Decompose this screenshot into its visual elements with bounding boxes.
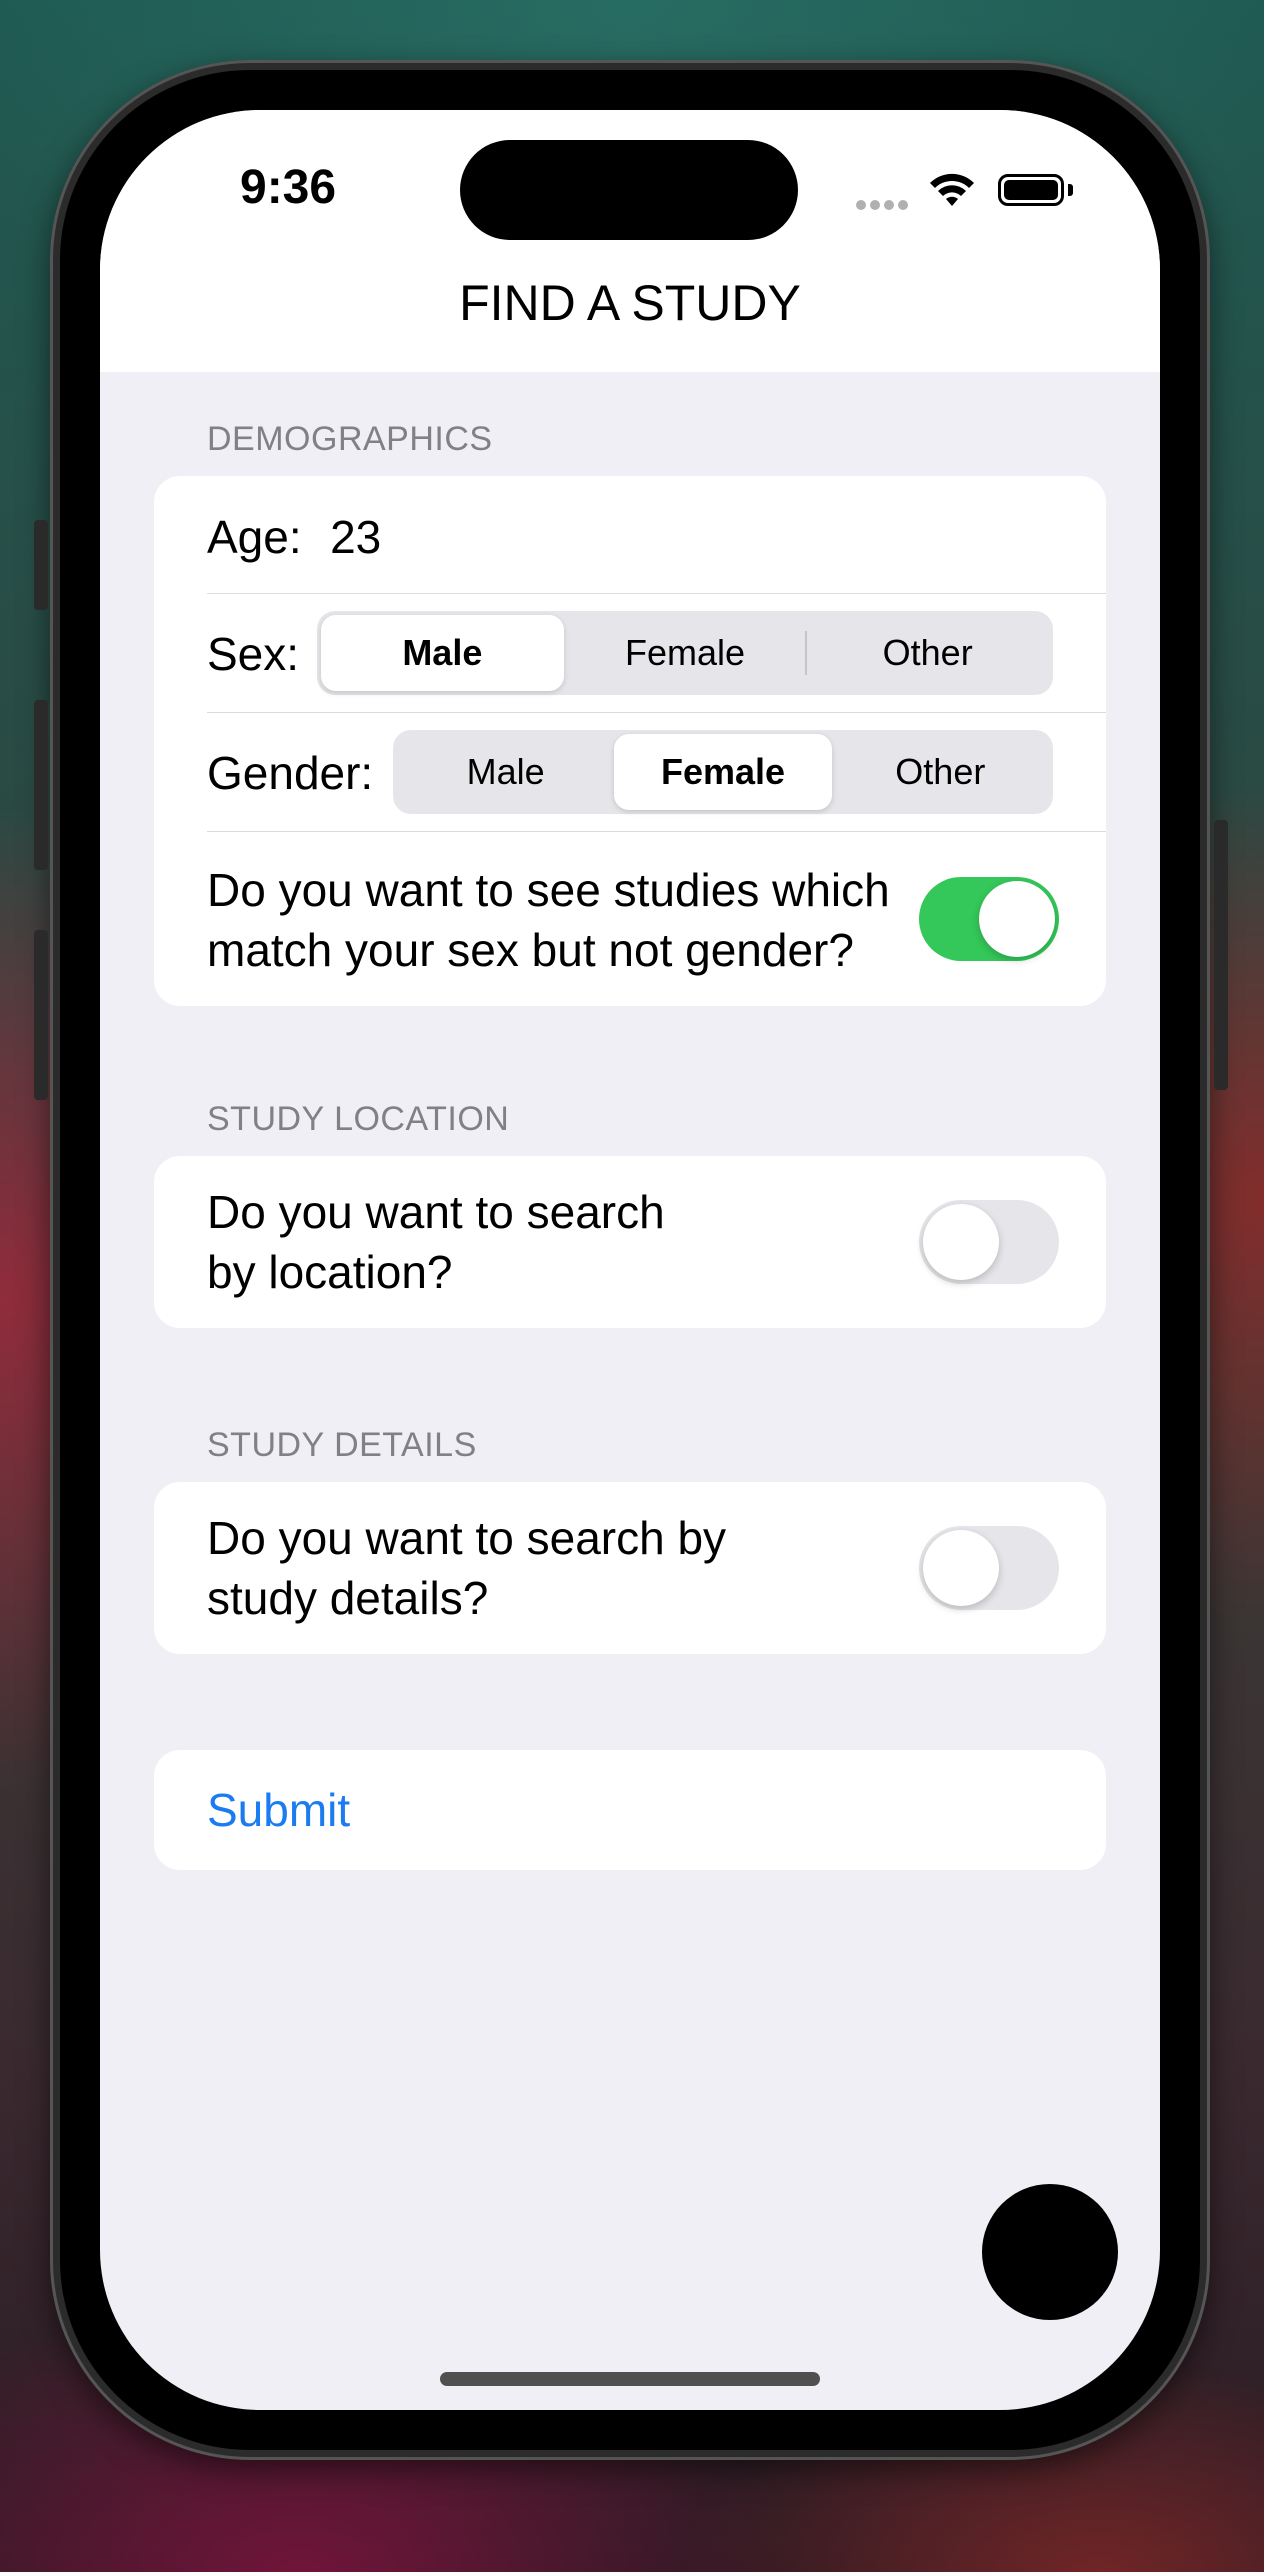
location-question-line2: by location? [207,1246,453,1298]
sex-gender-mismatch-row: Do you want to see studies which match y… [207,832,1106,1006]
details-question-line2: study details? [207,1572,489,1624]
status-bar: 9:36 [100,110,1160,240]
sex-label: Sex: [207,628,300,680]
gender-segmented-control[interactable]: Male Female Other [393,730,1053,814]
volume-up-button [34,700,48,870]
toggle-knob [923,1530,999,1606]
location-card: Do you want to search by location? [154,1156,1106,1328]
segment-separator [805,631,807,675]
dynamic-island [460,140,798,240]
mismatch-question: Do you want to see studies which match y… [207,860,890,980]
location-row: Do you want to search by location? [207,1156,1106,1328]
location-toggle[interactable] [919,1200,1059,1284]
gender-label: Gender: [207,747,374,799]
power-button [1214,820,1228,1090]
mismatch-toggle[interactable] [919,877,1059,961]
gender-option-other[interactable]: Other [832,734,1049,810]
details-row: Do you want to search by study details? [207,1482,1106,1654]
page-title: FIND A STUDY [459,275,801,331]
sex-segmented-control[interactable]: Male Female Other [317,611,1053,695]
mismatch-question-line2: match your sex but not gender? [207,924,854,976]
home-indicator[interactable] [440,2372,820,2386]
volume-down-button [34,930,48,1100]
age-field[interactable]: 23 [330,511,381,563]
age-row: Age: 23 [207,510,1106,570]
details-question: Do you want to search by study details? [207,1508,726,1628]
location-question-line1: Do you want to search [207,1186,665,1238]
age-label: Age: [207,511,302,563]
details-card: Do you want to search by study details? [154,1482,1106,1654]
submit-card[interactable]: Submit [154,1750,1106,1870]
wifi-icon [930,173,974,206]
sex-option-female[interactable]: Female [564,615,807,691]
gender-option-female[interactable]: Female [614,734,832,810]
battery-tip [1068,184,1073,196]
battery-icon [998,174,1064,206]
sex-option-male[interactable]: Male [321,615,564,691]
screen: FIND A STUDY 9:36 DEMOGRAPHICS Age: 23 S… [100,110,1160,2410]
demographics-card: Age: 23 Sex: Male Female Other Gender: M… [154,476,1106,1006]
toggle-knob [923,1204,999,1280]
section-header-study-location: STUDY LOCATION [207,1100,510,1138]
location-question: Do you want to search by location? [207,1182,665,1302]
submit-button[interactable]: Submit [207,1783,350,1837]
action-button [34,520,48,610]
floating-action-button[interactable] [982,2184,1118,2320]
toggle-knob [979,881,1055,957]
gender-row: Gender: Male Female Other [207,713,1106,831]
cellular-signal-icon [856,197,912,215]
section-header-study-details: STUDY DETAILS [207,1426,477,1464]
sex-option-other[interactable]: Other [806,615,1049,691]
sex-row: Sex: Male Female Other [207,594,1106,712]
details-toggle[interactable] [919,1526,1059,1610]
status-time: 9:36 [240,161,337,214]
gender-option-male[interactable]: Male [397,734,614,810]
mismatch-question-line1: Do you want to see studies which [207,864,890,916]
details-question-line1: Do you want to search by [207,1512,727,1564]
section-header-demographics: DEMOGRAPHICS [207,420,493,458]
